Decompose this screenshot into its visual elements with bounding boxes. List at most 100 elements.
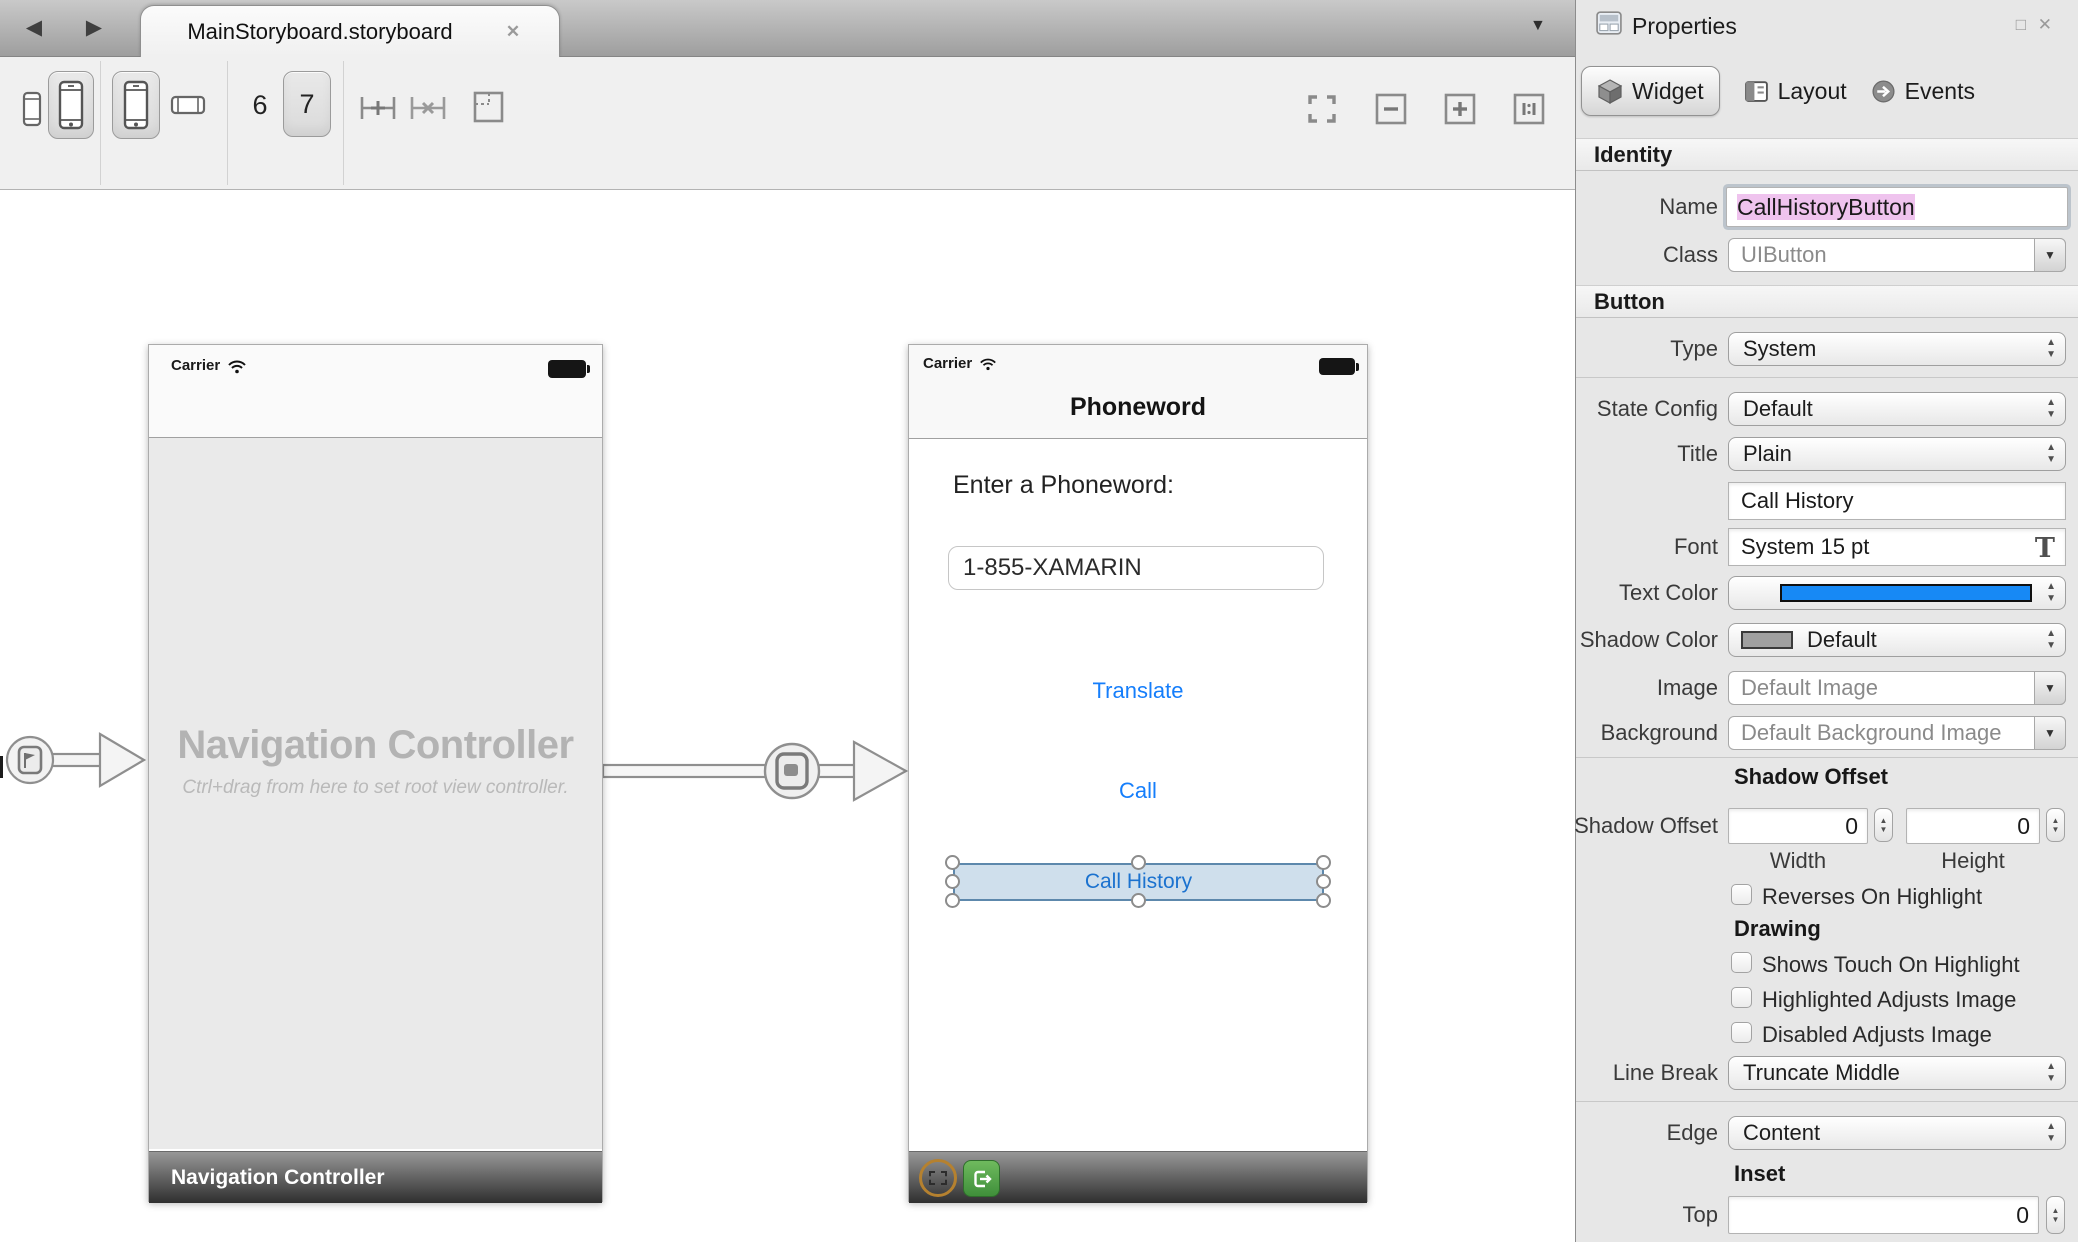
orientation-landscape-button[interactable]: [170, 95, 206, 120]
shadow-color-popup[interactable]: Default ▲▼: [1728, 623, 2066, 657]
edge-popup[interactable]: Content ▲▼: [1728, 1116, 2066, 1150]
phoneword-prompt-label[interactable]: Enter a Phoneword:: [953, 471, 1174, 500]
phoneword-footer-bar[interactable]: [909, 1151, 1367, 1203]
size-phone-large-button[interactable]: [48, 71, 94, 139]
state-config-popup[interactable]: Default ▲▼: [1728, 392, 2066, 426]
wifi-icon: [979, 356, 997, 371]
shadow-offset-width-stepper[interactable]: ▲▼: [1874, 808, 1893, 842]
constraint-remove-button[interactable]: [408, 91, 448, 130]
phone-large-icon: [58, 80, 84, 130]
down-arrow-glyph: ▼: [2046, 349, 2056, 361]
tab-layout[interactable]: Layout: [1744, 78, 1847, 105]
size-phone-small-button[interactable]: [22, 91, 42, 132]
events-icon: [1871, 79, 1896, 104]
inset-top-field[interactable]: 0: [1728, 1196, 2039, 1234]
phoneword-scene[interactable]: Carrier Phoneword Enter a Phoneword: 1-8…: [908, 344, 1368, 1202]
forward-button[interactable]: ▶: [74, 10, 114, 46]
call-button[interactable]: Call: [909, 778, 1367, 804]
popup-arrows-icon: ▲▼: [2046, 628, 2056, 652]
font-picker-icon[interactable]: T: [2035, 531, 2055, 567]
tab-events-label: Events: [1905, 78, 1975, 105]
selection-handle[interactable]: [945, 893, 960, 908]
shows-touch-checkbox[interactable]: [1731, 952, 1752, 973]
dropdown-icon[interactable]: ▼: [2034, 238, 2066, 272]
selection-handle[interactable]: [1316, 874, 1331, 889]
shadow-offset-label: Shadow Offset: [1576, 808, 1718, 844]
nav-controller-body[interactable]: Navigation Controller Ctrl+drag from her…: [149, 438, 602, 1149]
inset-top-stepper[interactable]: ▲▼: [2046, 1196, 2065, 1234]
inset-top-label: Top: [1576, 1196, 1718, 1234]
translate-button[interactable]: Translate: [909, 678, 1367, 704]
tab-mainstoryboard[interactable]: MainStoryboard.storyboard ✕: [140, 5, 560, 57]
selection-handle[interactable]: [1316, 893, 1331, 908]
font-value: System 15 pt: [1741, 534, 1869, 559]
orientation-portrait-button[interactable]: [112, 71, 160, 139]
down-arrow-glyph: ▼: [2046, 1073, 2056, 1085]
zoom-out-button[interactable]: [1375, 93, 1407, 125]
section-separator: [1576, 1101, 2078, 1102]
tab-events[interactable]: Events: [1871, 78, 1975, 105]
tab-close-icon[interactable]: ✕: [501, 20, 525, 44]
selection-handle[interactable]: [1316, 855, 1331, 870]
selection-handle[interactable]: [1131, 855, 1146, 870]
zoom-fit-button[interactable]: [1306, 93, 1338, 125]
down-arrow-glyph: ▼: [1880, 825, 1888, 834]
ios7-label: 7: [299, 89, 314, 120]
image-combo[interactable]: Default Image ▼: [1728, 671, 2066, 705]
storyboard-canvas[interactable]: Carrier Navigation Controller Ctrl+drag …: [0, 190, 1575, 1242]
constraint-frame-button[interactable]: [470, 89, 506, 130]
name-field[interactable]: CallHistoryButton: [1726, 187, 2068, 227]
reverses-on-highlight-checkbox[interactable]: [1731, 884, 1752, 905]
root-view-controller-segue[interactable]: [598, 718, 916, 828]
down-arrow-glyph: ▼: [2046, 593, 2056, 605]
up-arrow-glyph: ▲: [2046, 581, 2056, 593]
background-combo[interactable]: Default Background Image ▼: [1728, 716, 2066, 750]
shadow-offset-height-stepper[interactable]: ▲▼: [2046, 808, 2065, 842]
ios6-button[interactable]: 6: [244, 90, 276, 121]
identity-section-header: Identity: [1576, 138, 2078, 171]
line-break-popup[interactable]: Truncate Middle ▲▼: [1728, 1056, 2066, 1090]
constraint-add-button[interactable]: [358, 91, 398, 130]
tab-widget[interactable]: Widget: [1581, 66, 1720, 116]
shadow-offset-width-field[interactable]: 0: [1728, 808, 1868, 844]
text-color-popup[interactable]: ▲▼: [1728, 576, 2066, 610]
carrier-label: Carrier: [171, 357, 247, 374]
font-field[interactable]: System 15 pt T: [1728, 528, 2066, 566]
shadow-offset-height-field[interactable]: 0: [1906, 808, 2040, 844]
view-controller-icon[interactable]: [919, 1159, 957, 1197]
state-config-row: State Config Default ▲▼: [1576, 392, 2078, 426]
highlighted-adjusts-checkbox[interactable]: [1731, 987, 1752, 1008]
back-button[interactable]: ◀: [14, 10, 54, 46]
selection-handle[interactable]: [1131, 893, 1146, 908]
exit-segue-icon[interactable]: [963, 1160, 1000, 1197]
title-text-row: Call History: [1576, 482, 2078, 520]
ios7-button[interactable]: 7: [283, 71, 331, 137]
class-combo[interactable]: UIButton ▼: [1728, 238, 2066, 272]
up-arrow-glyph: ▲: [2052, 816, 2060, 825]
title-mode-value: Plain: [1743, 441, 1792, 466]
zoom-actual-button[interactable]: [1513, 93, 1545, 125]
carrier-text: Carrier: [923, 355, 972, 372]
zoom-in-icon: [1444, 93, 1476, 125]
dropdown-icon[interactable]: ▼: [2034, 671, 2066, 705]
initial-view-controller-arrow[interactable]: [2, 706, 152, 816]
tab-overflow-icon[interactable]: ▼: [1530, 17, 1546, 35]
type-popup[interactable]: System ▲▼: [1728, 332, 2066, 366]
tab-layout-label: Layout: [1778, 78, 1847, 105]
dashed-square-glyph: [929, 1171, 947, 1185]
cube-icon: [1597, 78, 1623, 104]
title-mode-popup[interactable]: Plain ▲▼: [1728, 437, 2066, 471]
title-text-field[interactable]: Call History: [1728, 482, 2066, 520]
edge-row: Edge Content ▲▼: [1576, 1116, 2078, 1150]
panel-close-icon[interactable]: ✕: [2038, 15, 2052, 35]
panel-detach-icon[interactable]: □: [2016, 15, 2026, 35]
zoom-in-button[interactable]: [1444, 93, 1476, 125]
navigation-controller-scene[interactable]: Carrier Navigation Controller Ctrl+drag …: [148, 344, 603, 1202]
name-value: CallHistoryButton: [1737, 194, 1915, 220]
selection-handle[interactable]: [945, 855, 960, 870]
dropdown-icon[interactable]: ▼: [2034, 716, 2066, 750]
disabled-adjusts-checkbox[interactable]: [1731, 1022, 1752, 1043]
selection-handle[interactable]: [945, 874, 960, 889]
phoneword-textfield[interactable]: 1-855-XAMARIN: [948, 546, 1324, 590]
nav-controller-footer-bar[interactable]: Navigation Controller: [149, 1151, 602, 1203]
